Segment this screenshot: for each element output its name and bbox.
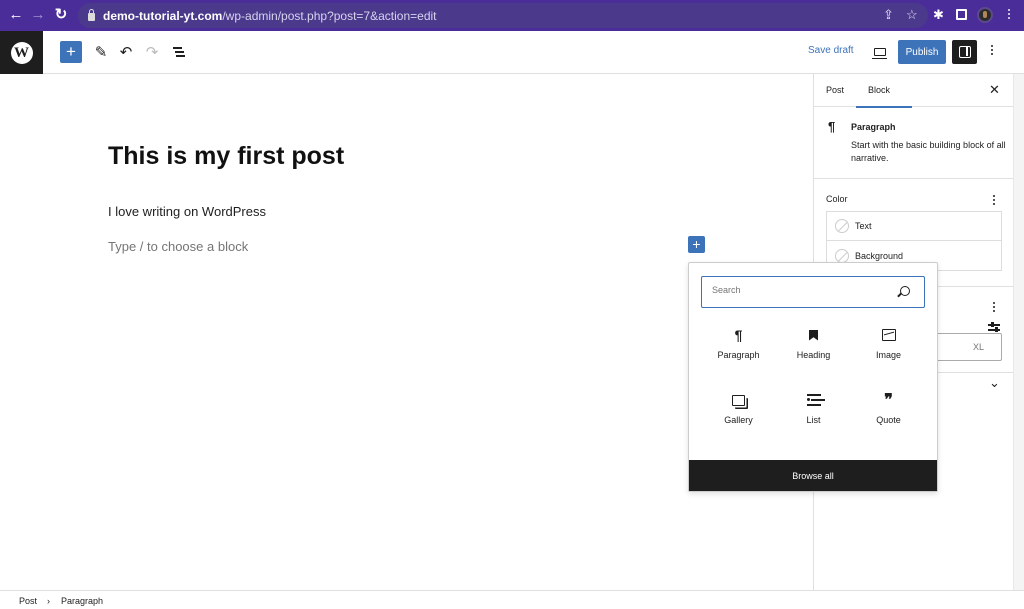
breadcrumb-item-paragraph[interactable]: Paragraph xyxy=(61,596,103,606)
url-host: demo-tutorial-yt.com xyxy=(103,8,223,23)
block-search-input[interactable] xyxy=(712,285,882,295)
inline-add-block-button[interactable]: + xyxy=(688,236,705,253)
post-title[interactable]: This is my first post xyxy=(108,142,344,171)
block-item-heading[interactable]: Heading xyxy=(776,325,851,369)
block-item-label: Quote xyxy=(876,415,901,425)
block-card: ¶ Paragraph Start with the basic buildin… xyxy=(814,107,1013,179)
block-search[interactable] xyxy=(701,276,925,308)
browse-all-button[interactable]: Browse all xyxy=(689,460,937,491)
publish-button[interactable]: Publish xyxy=(898,40,946,64)
block-item-label: Gallery xyxy=(724,415,753,425)
sidebar-tabs: Post Block ✕ xyxy=(814,74,1013,108)
breadcrumb-item-post[interactable]: Post xyxy=(19,596,37,606)
list-view-icon xyxy=(173,47,185,57)
typography-options-kebab-icon[interactable] xyxy=(993,302,996,312)
color-item-label: Background xyxy=(855,250,904,261)
preview-button[interactable] xyxy=(871,41,889,63)
list-icon xyxy=(806,390,821,410)
paragraph-block[interactable]: I love writing on WordPress xyxy=(108,204,266,219)
sidebar-panel-icon xyxy=(958,46,971,58)
empty-swatch-icon xyxy=(835,248,849,263)
block-description: Start with the basic building block of a… xyxy=(851,140,1006,163)
block-item-list[interactable]: List xyxy=(776,390,851,434)
sidebar-scrollbar[interactable] xyxy=(1013,74,1024,590)
block-item-gallery[interactable]: Gallery xyxy=(701,390,776,434)
search-icon xyxy=(900,286,910,296)
image-icon xyxy=(881,325,896,345)
block-item-label: Image xyxy=(875,350,901,360)
address-bar[interactable]: demo-tutorial-yt.com/wp-admin/post.php?p… xyxy=(78,3,928,28)
empty-block-placeholder[interactable]: Type / to choose a block xyxy=(108,239,248,254)
browser-toolbar: ← → ↻ demo-tutorial-yt.com/wp-admin/post… xyxy=(0,0,1024,31)
quote-icon: ❞ xyxy=(884,392,893,409)
quick-inserter-popover: ¶ Paragraph Heading Image Gallery List ❞… xyxy=(688,262,938,492)
browser-menu-icon[interactable] xyxy=(1008,9,1011,19)
empty-swatch-icon xyxy=(835,219,849,233)
font-size-xl-option[interactable]: XL xyxy=(973,342,984,352)
star-icon[interactable]: ☆ xyxy=(906,7,918,23)
sidepanel-icon[interactable] xyxy=(956,9,967,20)
chevron-down-icon[interactable]: ⌄ xyxy=(989,375,1000,391)
color-panel-title: Color xyxy=(826,194,848,204)
save-draft-button[interactable]: Save draft xyxy=(808,45,854,56)
paragraph-icon: ¶ xyxy=(828,119,836,134)
wordpress-logo[interactable]: W xyxy=(0,31,43,74)
custom-size-sliders-icon[interactable] xyxy=(988,322,1000,331)
gallery-icon xyxy=(732,390,745,410)
heading-bookmark-icon xyxy=(809,325,818,345)
add-block-button[interactable]: + xyxy=(60,41,82,63)
block-item-quote[interactable]: ❞ Quote xyxy=(851,390,926,434)
puzzle-icon[interactable]: ✱ xyxy=(933,7,944,23)
redo-icon[interactable]: ↷ xyxy=(143,41,161,63)
reload-icon[interactable]: ↻ xyxy=(53,7,69,23)
wordpress-icon: W xyxy=(10,41,33,64)
block-item-label: Heading xyxy=(796,350,831,360)
tab-post[interactable]: Post xyxy=(826,85,844,95)
document-overview-button[interactable] xyxy=(170,41,188,63)
close-icon[interactable]: ✕ xyxy=(989,82,1000,98)
block-name: Paragraph xyxy=(851,122,896,132)
color-item-text[interactable]: Text xyxy=(827,212,1001,241)
paragraph-icon: ¶ xyxy=(734,327,743,343)
breadcrumb: Post › Paragraph xyxy=(0,590,1024,609)
breadcrumb-separator-icon: › xyxy=(47,596,50,606)
block-item-image[interactable]: Image xyxy=(851,325,926,369)
url-path: /wp-admin/post.php?post=7&action=edit xyxy=(222,8,437,23)
settings-toggle-button[interactable] xyxy=(952,40,977,64)
share-icon[interactable]: ⇪ xyxy=(883,7,894,23)
color-options-kebab-icon[interactable] xyxy=(993,195,996,205)
lock-icon xyxy=(88,8,95,21)
color-item-label: Text xyxy=(855,221,872,231)
block-item-label: Paragraph xyxy=(717,350,760,360)
block-item-label: List xyxy=(806,415,821,425)
block-grid: ¶ Paragraph Heading Image Gallery List ❞… xyxy=(701,325,925,434)
forward-icon[interactable]: → xyxy=(30,7,46,23)
options-kebab-icon[interactable] xyxy=(991,45,994,55)
block-item-paragraph[interactable]: ¶ Paragraph xyxy=(701,325,776,369)
undo-icon[interactable]: ↶ xyxy=(117,41,135,63)
laptop-icon xyxy=(872,48,887,59)
tools-pencil-icon[interactable]: ✎ xyxy=(92,41,110,63)
editor-header: W + ✎ ↶ ↷ Save draft Publish xyxy=(0,31,1024,74)
back-icon[interactable]: ← xyxy=(8,7,24,23)
profile-avatar[interactable] xyxy=(977,7,993,23)
tab-block[interactable]: Block xyxy=(855,85,913,108)
